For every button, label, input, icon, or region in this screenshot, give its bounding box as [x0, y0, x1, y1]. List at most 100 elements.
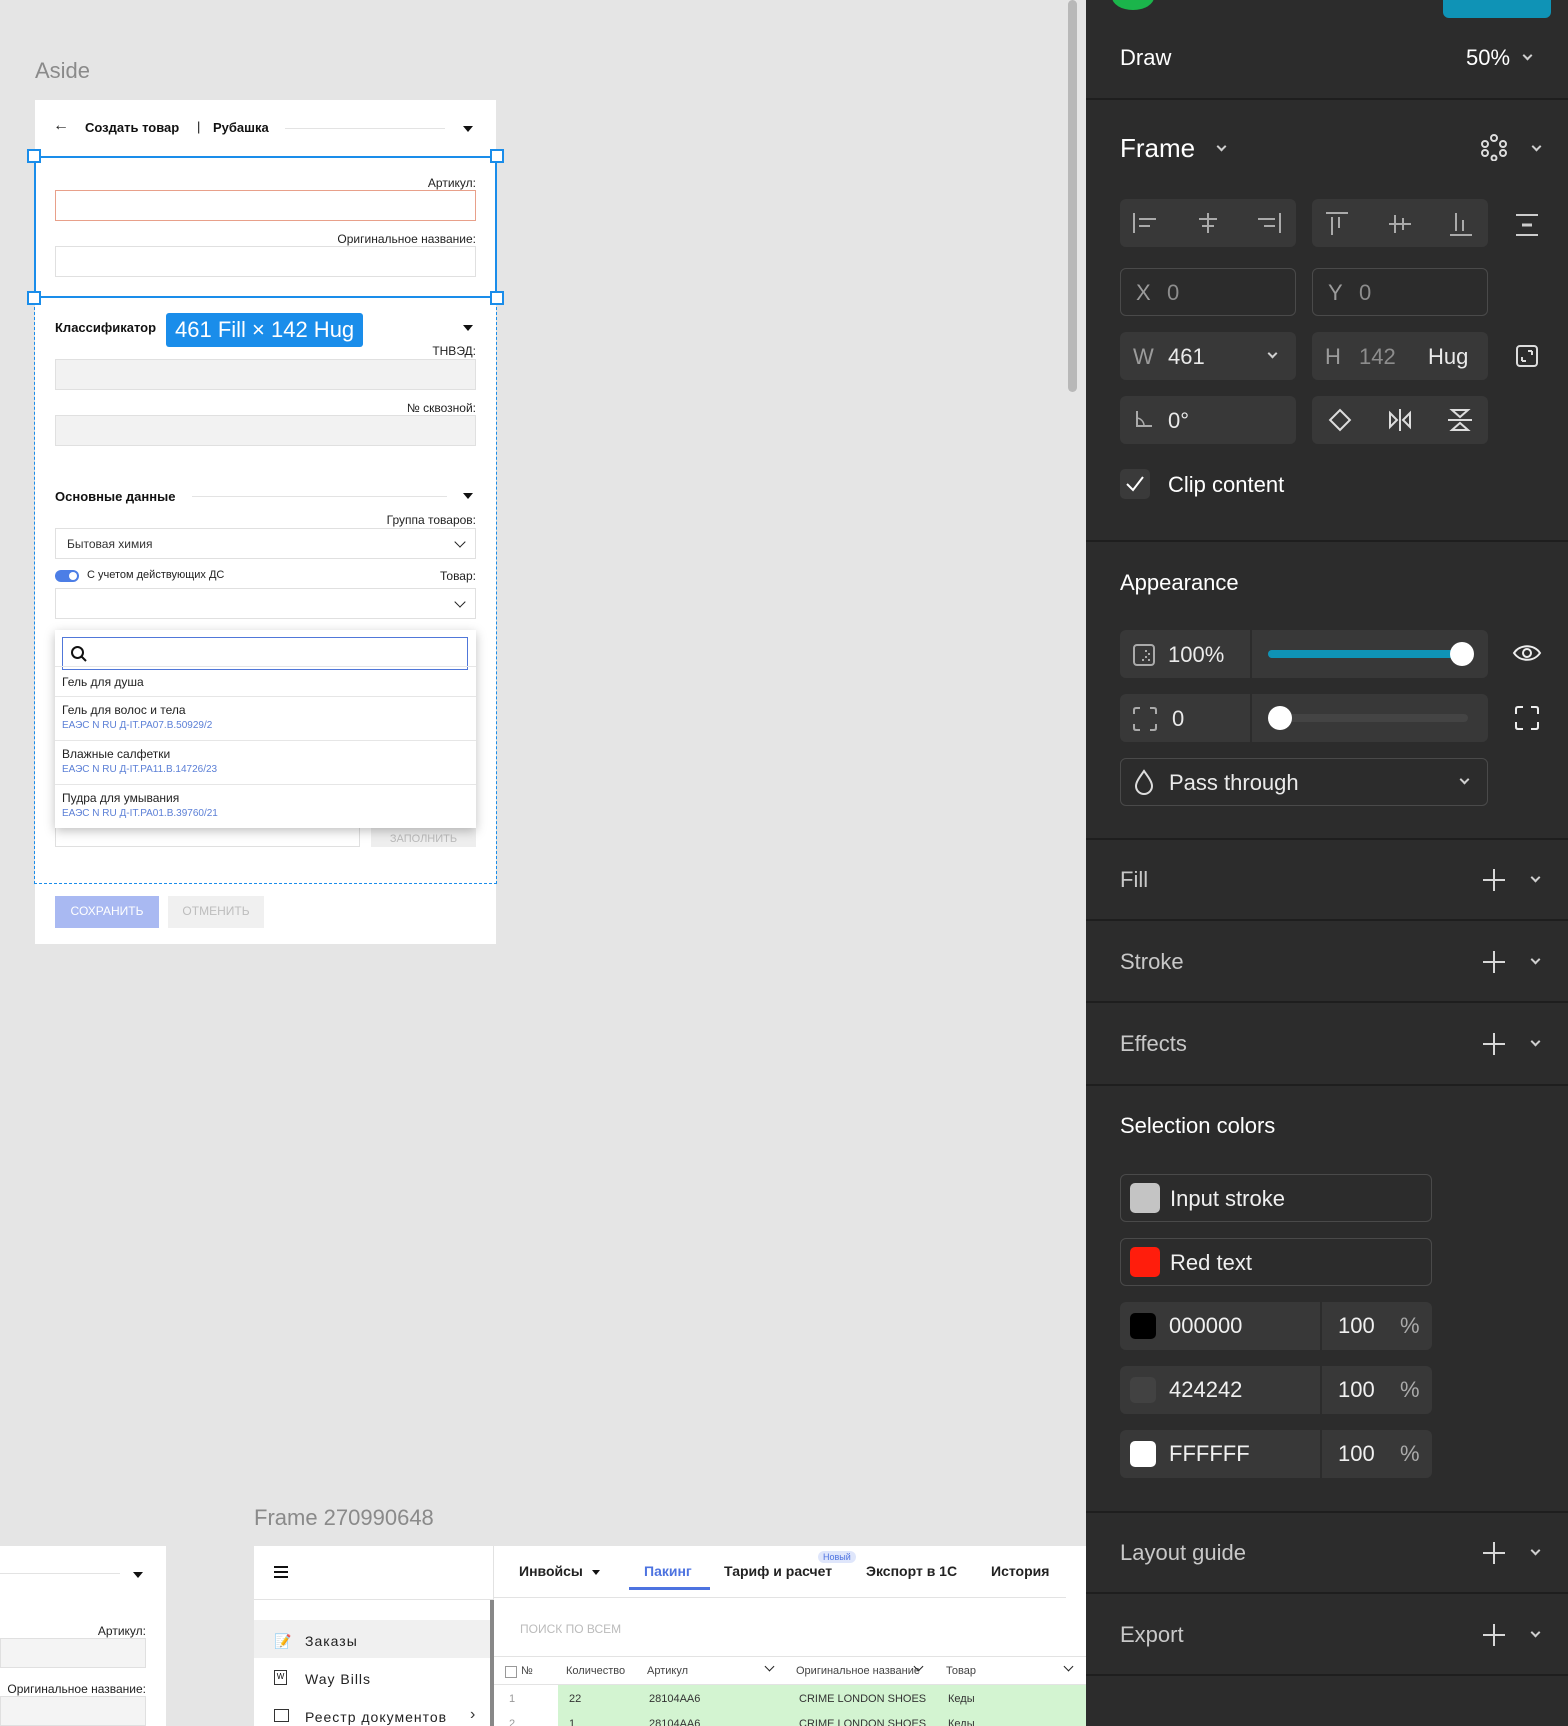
- frame-label-bottom[interactable]: Frame 270990648: [254, 1505, 434, 1531]
- opacity-slider-knob[interactable]: [1450, 642, 1474, 666]
- selection-color-red-text[interactable]: Red text: [1120, 1238, 1432, 1286]
- selection-color-424242[interactable]: 424242 100 %: [1120, 1366, 1432, 1414]
- chevron-down-icon[interactable]: [1530, 1036, 1541, 1047]
- design-canvas[interactable]: Aside ← Создать товар | Рубашка Артикул:…: [0, 0, 1086, 1726]
- corner-radius-field[interactable]: 0: [1120, 694, 1488, 742]
- selection-color-ffffff[interactable]: FFFFFF 100 %: [1120, 1430, 1432, 1478]
- chevron-down-icon[interactable]: [1530, 954, 1541, 965]
- align-left-icon[interactable]: [1132, 211, 1158, 235]
- eye-icon[interactable]: [1512, 641, 1542, 665]
- tab-packing[interactable]: Пакинг: [644, 1563, 692, 1579]
- divider: [1086, 838, 1568, 840]
- partial-frame[interactable]: Артикул: Оригинальное название:: [0, 1546, 166, 1726]
- cancel-button[interactable]: ОТМЕНИТЬ: [168, 896, 264, 928]
- selection-box[interactable]: [34, 156, 497, 298]
- clip-content-checkbox[interactable]: [1120, 469, 1150, 499]
- canvas-scrollbar[interactable]: [1068, 0, 1077, 392]
- resize-handle[interactable]: [27, 149, 41, 163]
- new-badge: Новый: [818, 1551, 856, 1563]
- sidebar-item-registry[interactable]: Реестр документов: [305, 1709, 447, 1725]
- sidebar-item-orders[interactable]: Заказы: [305, 1633, 358, 1649]
- tab-dropdown-triangle-icon[interactable]: [592, 1570, 600, 1575]
- column-header-quantity[interactable]: Количество: [566, 1665, 625, 1677]
- rotate-90-icon[interactable]: [1327, 407, 1353, 433]
- x-position-field[interactable]: X 0: [1120, 268, 1296, 316]
- column-header-original-name[interactable]: Оригинальное название: [796, 1665, 920, 1677]
- radius-slider-track[interactable]: [1268, 706, 1468, 730]
- color-swatch[interactable]: [1130, 1313, 1156, 1339]
- add-export-icon[interactable]: [1483, 1624, 1505, 1646]
- collapse-triangle-icon[interactable]: [133, 1572, 143, 1578]
- layout-guide-title[interactable]: Layout guide: [1120, 1540, 1246, 1566]
- add-layout-guide-icon[interactable]: [1483, 1542, 1505, 1564]
- distribute-icon[interactable]: [1514, 212, 1540, 238]
- flip-horizontal-icon[interactable]: [1387, 408, 1413, 432]
- back-arrow-icon[interactable]: ←: [53, 117, 69, 135]
- flip-vertical-icon[interactable]: [1447, 408, 1473, 432]
- add-fill-icon[interactable]: [1483, 869, 1505, 891]
- align-right-icon[interactable]: [1256, 211, 1282, 235]
- color-swatch[interactable]: [1130, 1377, 1156, 1403]
- width-field[interactable]: W 461: [1120, 332, 1296, 380]
- align-top-icon[interactable]: [1324, 211, 1350, 237]
- opacity-slider-track[interactable]: [1268, 642, 1474, 666]
- resize-handle[interactable]: [490, 291, 504, 305]
- resize-handle[interactable]: [490, 149, 504, 163]
- chevron-down-icon[interactable]: [1522, 50, 1533, 61]
- chevron-down-icon[interactable]: [1267, 348, 1278, 359]
- add-stroke-icon[interactable]: [1483, 951, 1505, 973]
- stroke-title[interactable]: Stroke: [1120, 949, 1184, 975]
- export-title[interactable]: Export: [1120, 1622, 1184, 1648]
- share-button[interactable]: [1443, 0, 1551, 18]
- height-field[interactable]: H 142 Hug: [1312, 332, 1488, 380]
- zoom-level[interactable]: 50%: [1466, 45, 1510, 71]
- add-effect-icon[interactable]: [1483, 1033, 1505, 1055]
- article-input[interactable]: [0, 1638, 146, 1668]
- menu-icon[interactable]: [274, 1566, 288, 1568]
- align-middle-icon[interactable]: [1387, 211, 1413, 237]
- resize-handle[interactable]: [27, 291, 41, 305]
- align-bottom-icon[interactable]: [1448, 211, 1474, 237]
- tab-invoices[interactable]: Инвойсы: [519, 1563, 583, 1579]
- save-button[interactable]: СОХРАНИТЬ: [55, 896, 159, 928]
- selection-color-input-stroke[interactable]: Input stroke: [1120, 1174, 1432, 1222]
- constrain-proportions-icon[interactable]: [1515, 344, 1539, 368]
- color-swatch[interactable]: [1130, 1183, 1160, 1213]
- sidebar-item-waybills[interactable]: Way Bills: [305, 1671, 371, 1687]
- color-swatch[interactable]: [1130, 1247, 1160, 1277]
- frame-label-aside[interactable]: Aside: [35, 58, 90, 84]
- chevron-down-icon[interactable]: [1530, 1627, 1541, 1638]
- chevron-down-icon[interactable]: [1530, 872, 1541, 883]
- selection-color-000000[interactable]: 000000 100 %: [1120, 1302, 1432, 1350]
- column-header-article[interactable]: Артикул: [647, 1665, 688, 1677]
- radius-slider-knob[interactable]: [1268, 706, 1292, 730]
- blend-mode-select[interactable]: Pass through: [1120, 758, 1488, 806]
- component-icon[interactable]: [1480, 133, 1508, 161]
- chevron-down-icon[interactable]: [1531, 141, 1542, 152]
- breadcrumb-create[interactable]: Создать товар: [85, 120, 179, 135]
- collapse-triangle-icon[interactable]: [463, 126, 473, 132]
- chevron-down-icon[interactable]: [1216, 141, 1227, 152]
- color-swatch[interactable]: [1130, 1441, 1156, 1467]
- opacity-field[interactable]: 100%: [1120, 630, 1488, 678]
- select-all-checkbox[interactable]: [505, 1666, 517, 1678]
- chevron-right-icon[interactable]: ›: [470, 1706, 475, 1724]
- tab-tariff[interactable]: Тариф и расчет: [724, 1563, 832, 1579]
- fill-title[interactable]: Fill: [1120, 867, 1148, 893]
- column-header-product[interactable]: Товар: [946, 1665, 976, 1677]
- column-header-number[interactable]: №: [521, 1665, 533, 1677]
- rotation-field[interactable]: 0°: [1120, 396, 1296, 444]
- y-position-field[interactable]: Y 0: [1312, 268, 1488, 316]
- tab-history[interactable]: История: [991, 1563, 1049, 1579]
- independent-corners-icon[interactable]: [1514, 705, 1540, 731]
- sidebar-scrollbar[interactable]: [490, 1600, 494, 1726]
- align-center-h-icon[interactable]: [1195, 211, 1221, 235]
- avatar[interactable]: [1112, 0, 1154, 10]
- tab-export-1c[interactable]: Экспорт в 1С: [866, 1563, 957, 1579]
- waybill-icon: W: [274, 1670, 287, 1685]
- chevron-down-icon[interactable]: [1530, 1545, 1541, 1556]
- search-all-input[interactable]: ПОИСК ПО ВСЕМ: [520, 1622, 621, 1636]
- effects-title[interactable]: Effects: [1120, 1031, 1187, 1057]
- frame-title[interactable]: Frame: [1120, 133, 1195, 164]
- original-name-input[interactable]: [0, 1696, 146, 1726]
